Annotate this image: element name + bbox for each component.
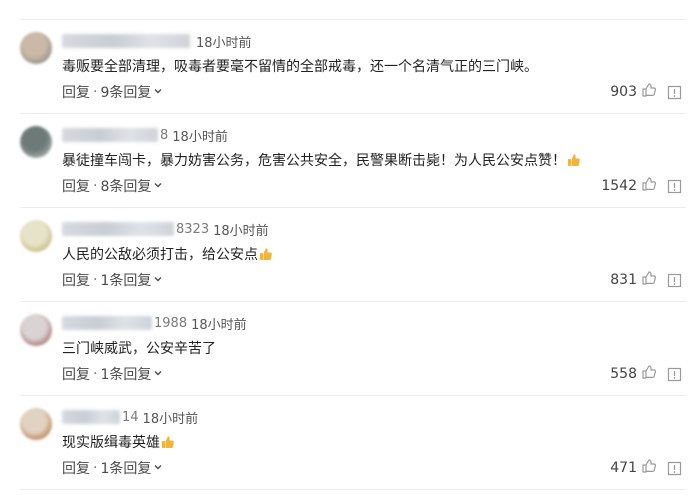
comment-text-row: 现实版缉毒英雄 (62, 432, 175, 453)
reply-button[interactable]: 回复 (62, 364, 90, 384)
comment-tools: 558 (610, 364, 682, 384)
reply-button[interactable]: 回复 (62, 458, 90, 478)
chevron-down-icon (153, 272, 163, 288)
username-suffix[interactable]: 8 (160, 128, 168, 143)
thumbs-up-emoji-icon (567, 153, 581, 171)
comment-item: 8 18小时前 暴徒撞车闯卡，暴力妨害公务，危害公共安全，民警果断击毙！为人民公… (0, 114, 696, 208)
report-icon[interactable] (667, 179, 682, 194)
comment-time: 18小时前 (213, 223, 269, 239)
comment-item: 18小时前 毒贩要全部清理，吸毒者要毫不留情的全部戒毒，还一个名清气正的三门峡。… (0, 20, 696, 114)
avatar[interactable] (20, 220, 52, 252)
replies-count-label: 1条回复 (100, 273, 152, 289)
username-suffix[interactable]: 1988 (154, 316, 187, 331)
comment-meta: 8323 18小时前 (62, 219, 269, 239)
view-replies-button[interactable]: 8条回复 (100, 176, 163, 196)
comment-tools: 471 (610, 458, 682, 478)
separator-dot: · (93, 178, 98, 194)
separator-dot: · (93, 366, 98, 382)
avatar[interactable] (20, 408, 52, 440)
thumbs-up-emoji-icon (259, 247, 273, 265)
comment-item: 14 18小时前 现实版缉毒英雄 回复 · 1条回复 471 (0, 396, 696, 490)
comment-time: 18小时前 (191, 317, 247, 333)
reply-button[interactable]: 回复 (62, 270, 90, 290)
reply-button[interactable]: 回复 (62, 176, 90, 196)
comment-meta: 8 18小时前 (62, 125, 228, 145)
replies-count-label: 1条回复 (100, 461, 152, 477)
separator-dot: · (93, 84, 98, 100)
avatar[interactable] (20, 314, 52, 346)
comment-meta: 18小时前 (62, 31, 252, 51)
reply-button[interactable]: 回复 (62, 82, 90, 102)
comment-time: 18小时前 (196, 35, 252, 51)
separator-dot: · (93, 272, 98, 288)
separator-dot: · (93, 460, 98, 476)
replies-count-label: 8条回复 (100, 179, 152, 195)
avatar[interactable] (20, 126, 52, 158)
report-icon[interactable] (667, 273, 682, 288)
thumbs-up-icon (641, 270, 657, 290)
comment-text: 现实版缉毒英雄 (62, 435, 160, 451)
comment-actions: 回复 · 1条回复 (62, 270, 163, 290)
like-count: 1542 (601, 178, 637, 194)
username-suffix[interactable]: 14 (122, 410, 139, 425)
thumbs-up-icon (641, 364, 657, 384)
thumbs-up-icon (641, 458, 657, 478)
chevron-down-icon (153, 84, 163, 100)
comment-actions: 回复 · 8条回复 (62, 176, 163, 196)
report-icon[interactable] (667, 461, 682, 476)
like-count: 831 (610, 272, 637, 288)
view-replies-button[interactable]: 1条回复 (100, 364, 163, 384)
comment-text: 毒贩要全部清理，吸毒者要毫不留情的全部戒毒，还一个名清气正的三门峡。 (62, 59, 538, 75)
comment-actions: 回复 · 1条回复 (62, 364, 163, 384)
thumbs-up-emoji-icon (161, 435, 175, 453)
username-blurred[interactable] (62, 222, 174, 236)
comment-item: 8323 18小时前 人民的公敌必须打击，给公安点 回复 · 1条回复 831 (0, 208, 696, 302)
comment-meta: 14 18小时前 (62, 407, 198, 427)
comment-item: 1988 18小时前 三门峡威武，公安辛苦了 回复 · 1条回复 558 (0, 302, 696, 396)
like-button[interactable]: 1542 (601, 176, 657, 196)
thumbs-up-icon (641, 82, 657, 102)
username-blurred[interactable] (62, 316, 152, 330)
comment-time: 18小时前 (142, 411, 199, 427)
like-count: 558 (610, 366, 637, 382)
view-replies-button[interactable]: 9条回复 (100, 82, 163, 102)
view-replies-button[interactable]: 1条回复 (100, 270, 163, 290)
comment-time: 18小时前 (172, 129, 228, 145)
replies-count-label: 9条回复 (100, 85, 152, 101)
comment-text-row: 三门峡威武，公安辛苦了 (62, 338, 216, 358)
comment-text: 暴徒撞车闯卡，暴力妨害公务，危害公共安全，民警果断击毙！为人民公安点赞！ (62, 153, 566, 169)
thumbs-up-icon (641, 176, 657, 196)
chevron-down-icon (153, 178, 163, 194)
replies-count-label: 1条回复 (100, 367, 152, 383)
like-button[interactable]: 558 (610, 364, 657, 384)
comment-text-row: 暴徒撞车闯卡，暴力妨害公务，危害公共安全，民警果断击毙！为人民公安点赞！ (62, 150, 581, 171)
chevron-down-icon (153, 460, 163, 476)
username-blurred[interactable] (62, 128, 158, 142)
comment-text-row: 人民的公敌必须打击，给公安点 (62, 244, 273, 265)
avatar[interactable] (20, 32, 52, 64)
like-count: 903 (610, 84, 637, 100)
report-icon[interactable] (667, 85, 682, 100)
like-button[interactable]: 471 (610, 458, 657, 478)
report-icon[interactable] (667, 367, 682, 382)
comment-text: 人民的公敌必须打击，给公安点 (62, 247, 258, 263)
view-replies-button[interactable]: 1条回复 (100, 458, 163, 478)
like-button[interactable]: 831 (610, 270, 657, 290)
comment-text-row: 毒贩要全部清理，吸毒者要毫不留情的全部戒毒，还一个名清气正的三门峡。 (62, 56, 538, 76)
like-count: 471 (610, 460, 637, 476)
comment-text: 三门峡威武，公安辛苦了 (62, 341, 216, 357)
comment-meta: 1988 18小时前 (62, 313, 247, 333)
username-suffix[interactable]: 8323 (176, 222, 209, 237)
like-button[interactable]: 903 (610, 82, 657, 102)
comment-tools: 903 (610, 82, 682, 102)
username-blurred[interactable] (62, 34, 190, 48)
comment-actions: 回复 · 9条回复 (62, 82, 163, 102)
chevron-down-icon (153, 366, 163, 382)
comment-actions: 回复 · 1条回复 (62, 458, 163, 478)
comment-tools: 1542 (601, 176, 682, 196)
username-blurred[interactable] (62, 410, 120, 424)
comment-tools: 831 (610, 270, 682, 290)
